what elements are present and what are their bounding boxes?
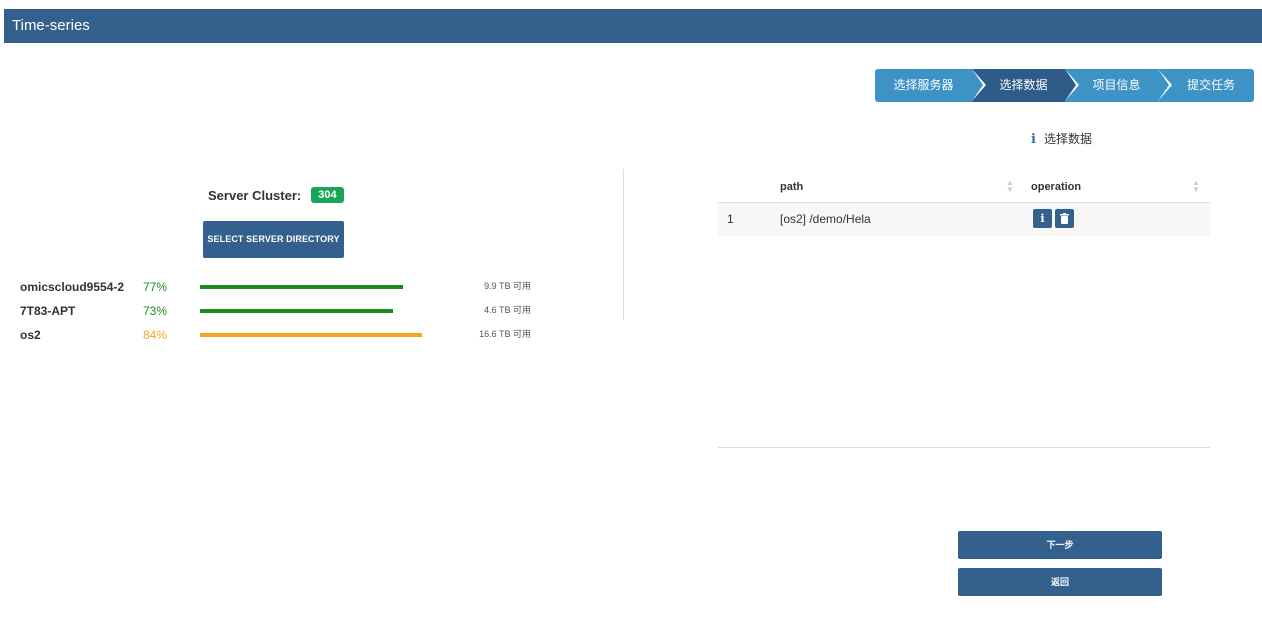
cluster-label: Server Cluster: (208, 187, 302, 203)
table-header: path ▲ ▼ operation ▲ ▼ (718, 174, 1210, 203)
server-available: 4.6 TB 可用 (484, 305, 531, 315)
server-usage-percent: 77% (143, 280, 168, 294)
server-name: os2 (20, 328, 41, 342)
wizard-steps: 选择服务器 选择数据 项目信息 提交任务 (875, 69, 1254, 102)
sort-icon[interactable]: ▲ ▼ (1192, 179, 1200, 194)
window-title: Time-series (4, 9, 1262, 43)
cluster-count-badge: 304 (311, 187, 344, 203)
next-step-button[interactable]: 下一步 (958, 531, 1162, 559)
server-usage-bar (200, 333, 422, 337)
server-row[interactable]: 7T83-APT 73% 4.6 TB 可用 (20, 301, 540, 321)
step-hint: i 选择数据 (1031, 130, 1092, 147)
server-row[interactable]: os2 84% 16.6 TB 可用 (20, 325, 540, 345)
step-label: 选择服务器 (893, 78, 954, 92)
server-usage-percent: 84% (143, 328, 168, 342)
app-window: Time-series 选择服务器 选择数据 项目信息 提交任务 i 选择数据 S… (4, 9, 1262, 620)
column-header-operation[interactable]: operation (1031, 181, 1081, 193)
info-button[interactable]: i (1033, 209, 1052, 228)
server-available: 9.9 TB 可用 (484, 281, 531, 291)
server-usage-bar (200, 309, 393, 313)
column-header-path[interactable]: path (780, 181, 803, 193)
step-select-server[interactable]: 选择服务器 (875, 69, 986, 102)
step-label: 项目信息 (1092, 78, 1141, 92)
server-name: 7T83-APT (20, 304, 76, 318)
trash-icon (1060, 213, 1069, 224)
back-button[interactable]: 返回 (958, 568, 1162, 596)
row-path: [os2] /demo/Hela (780, 212, 871, 226)
info-icon: i (1040, 212, 1045, 225)
table-footer-divider (718, 447, 1210, 448)
panel-divider (623, 169, 624, 320)
step-label: 提交任务 (1186, 78, 1235, 92)
step-label: 选择数据 (999, 78, 1048, 92)
server-available: 16.6 TB 可用 (479, 329, 531, 339)
select-server-directory-button[interactable]: SELECT SERVER DIRECTORY (203, 221, 344, 258)
server-usage-bar (200, 285, 403, 289)
table-row: 1 [os2] /demo/Hela i (718, 203, 1210, 236)
sort-icon[interactable]: ▲ ▼ (1006, 179, 1014, 194)
server-name: omicscloud9554-2 (20, 280, 125, 294)
server-usage-percent: 73% (143, 304, 168, 318)
delete-button[interactable] (1055, 209, 1074, 228)
row-index: 1 (727, 212, 734, 226)
server-row[interactable]: omicscloud9554-2 77% 9.9 TB 可用 (20, 277, 540, 297)
hint-text: 选择数据 (1043, 132, 1092, 146)
data-table: path ▲ ▼ operation ▲ ▼ 1 [os2] /demo/Hela … (718, 174, 1210, 236)
info-icon: i (1031, 132, 1036, 147)
step-submit-task[interactable]: 提交任务 (1158, 69, 1254, 102)
server-cluster: Server Cluster: 304 (208, 187, 344, 203)
